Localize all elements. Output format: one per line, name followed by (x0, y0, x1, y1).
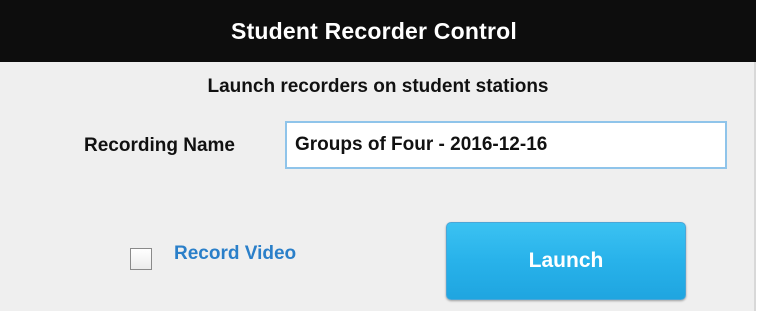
title-bar: Student Recorder Control (0, 0, 756, 62)
launch-button-label: Launch (528, 249, 604, 272)
record-video-label[interactable]: Record Video (174, 243, 296, 265)
panel-subtitle: Launch recorders on student stations (207, 76, 549, 97)
recorder-control-panel: Student Recorder Control Launch recorder… (0, 0, 756, 311)
recording-name-label: Recording Name (84, 135, 235, 156)
launch-button[interactable]: Launch (446, 222, 686, 300)
record-video-checkbox[interactable] (130, 248, 152, 270)
recording-name-input[interactable] (285, 121, 727, 169)
panel-title: Student Recorder Control (231, 17, 517, 44)
